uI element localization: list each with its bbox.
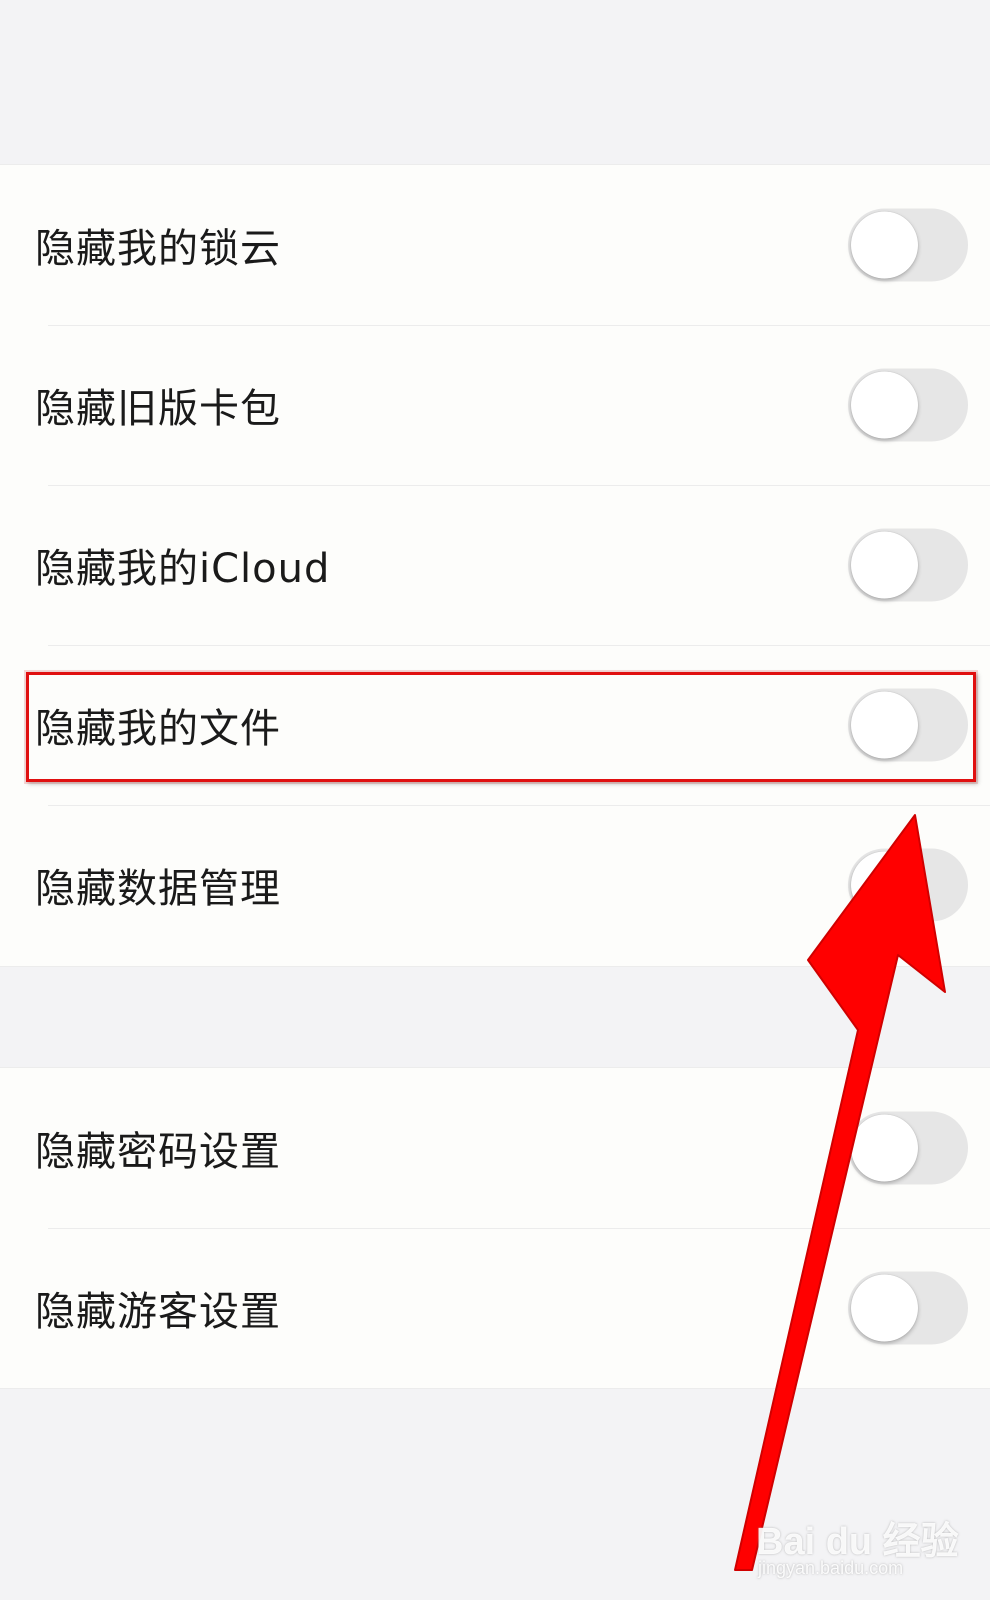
hide-data-management-toggle[interactable] bbox=[848, 848, 968, 922]
settings-group-1: 隐藏我的锁云 隐藏旧版卡包 隐藏我的iCloud 隐藏我的文件 隐藏数据管理 bbox=[0, 164, 990, 967]
setting-label: 隐藏密码设置 bbox=[35, 1129, 281, 1175]
setting-label: 隐藏我的iCloud bbox=[35, 546, 331, 592]
hide-old-cardpack-toggle[interactable] bbox=[848, 368, 968, 442]
setting-row-hide-suoyun: 隐藏我的锁云 bbox=[0, 165, 990, 325]
setting-row-hide-icloud: 隐藏我的iCloud bbox=[0, 485, 990, 645]
setting-row-hide-my-files: 隐藏我的文件 bbox=[0, 645, 990, 805]
toggle-knob bbox=[851, 1274, 918, 1342]
setting-label: 隐藏数据管理 bbox=[35, 866, 281, 912]
baidu-watermark: Bai du 经验 jingyan.baidu.com bbox=[756, 1490, 966, 1590]
setting-label: 隐藏我的锁云 bbox=[35, 226, 281, 272]
setting-label: 隐藏旧版卡包 bbox=[35, 386, 281, 432]
setting-row-hide-password-settings: 隐藏密码设置 bbox=[0, 1068, 990, 1228]
setting-row-hide-old-cardpack: 隐藏旧版卡包 bbox=[0, 325, 990, 485]
hide-my-files-toggle[interactable] bbox=[848, 688, 968, 762]
toggle-knob bbox=[851, 691, 918, 759]
hide-icloud-toggle[interactable] bbox=[848, 528, 968, 602]
toggle-knob bbox=[851, 531, 918, 599]
watermark-logo: Bai du 经验 bbox=[756, 1521, 959, 1563]
setting-row-hide-guest-settings: 隐藏游客设置 bbox=[0, 1228, 990, 1388]
toggle-knob bbox=[851, 371, 918, 439]
setting-row-hide-data-management: 隐藏数据管理 bbox=[0, 805, 990, 965]
watermark-url: jingyan.baidu.com bbox=[758, 1558, 904, 1578]
setting-label: 隐藏我的文件 bbox=[35, 706, 281, 752]
toggle-knob bbox=[851, 211, 918, 279]
hide-suoyun-toggle[interactable] bbox=[848, 208, 968, 282]
hide-password-settings-toggle[interactable] bbox=[848, 1111, 968, 1185]
settings-screen: 隐藏我的锁云 隐藏旧版卡包 隐藏我的iCloud 隐藏我的文件 隐藏数据管理 隐… bbox=[0, 0, 990, 1600]
toggle-knob bbox=[851, 1114, 918, 1182]
setting-label: 隐藏游客设置 bbox=[35, 1289, 281, 1335]
settings-group-2: 隐藏密码设置 隐藏游客设置 bbox=[0, 1067, 990, 1389]
toggle-knob bbox=[851, 851, 918, 919]
hide-guest-settings-toggle[interactable] bbox=[848, 1271, 968, 1345]
